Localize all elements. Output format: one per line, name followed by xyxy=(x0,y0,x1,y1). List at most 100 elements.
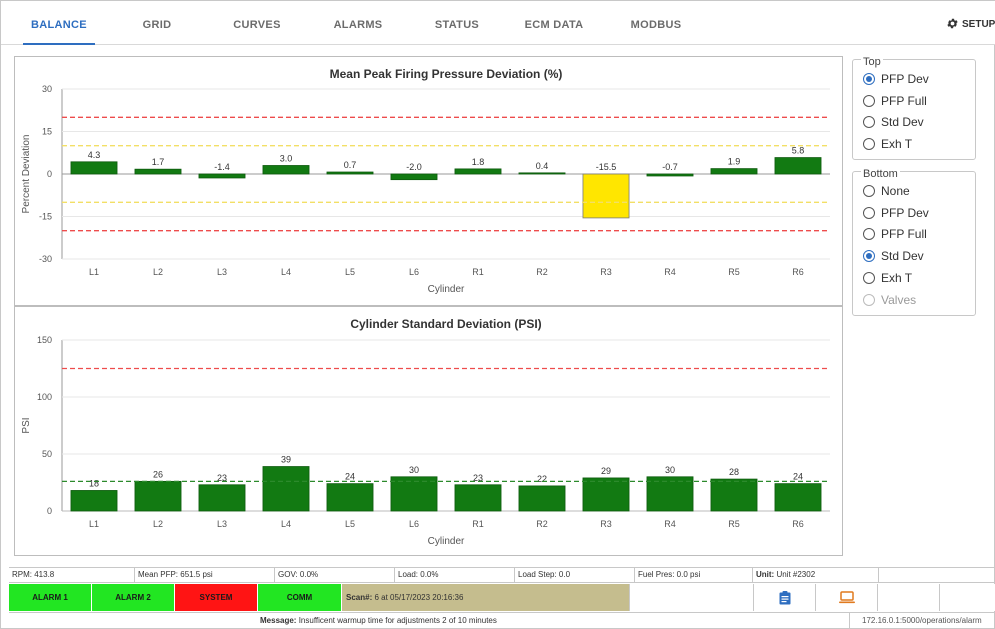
x-tick-label: R2 xyxy=(536,267,548,277)
bar-r5 xyxy=(710,168,758,175)
message-text: Insufficent warmup time for adjustments … xyxy=(298,616,497,625)
x-tick-label: L4 xyxy=(281,267,291,277)
status-bar: RPM: 413.8 Mean PFP: 651.5 psi GOV: 0.0%… xyxy=(9,567,995,583)
bar-value-label: 0.4 xyxy=(536,161,549,171)
y-tick-label: 30 xyxy=(42,84,52,94)
x-tick-label: L5 xyxy=(345,519,355,529)
bar-l3 xyxy=(198,484,246,512)
y-tick-label: 100 xyxy=(37,392,52,402)
load-step-readout: Load Step: 0.0 xyxy=(515,568,635,582)
tab-modbus[interactable]: MODBUS xyxy=(623,1,689,45)
bar-l4 xyxy=(262,466,310,512)
x-tick-label: R1 xyxy=(472,267,484,277)
laptop-button[interactable] xyxy=(815,584,877,611)
unit-label: Unit: xyxy=(756,570,775,579)
tab-curves[interactable]: CURVES xyxy=(224,1,290,45)
x-tick-label: R1 xyxy=(472,519,484,529)
bar-l1 xyxy=(70,490,118,512)
option-label: PFP Dev xyxy=(881,206,929,220)
comm-indicator[interactable]: COMM xyxy=(258,584,342,611)
bar-value-label: 1.7 xyxy=(152,157,165,167)
alarm-spacer xyxy=(629,584,753,611)
bottom-option-pfp-dev[interactable]: PFP Dev xyxy=(863,204,929,222)
bar-value-label: 24 xyxy=(793,472,803,482)
y-axis-title: Percent Deviation xyxy=(21,135,32,214)
x-axis-title: Cylinder xyxy=(428,284,465,295)
bar-r6 xyxy=(774,157,822,175)
x-tick-label: L2 xyxy=(153,267,163,277)
x-tick-label: R3 xyxy=(600,267,612,277)
x-tick-label: L6 xyxy=(409,519,419,529)
radio-icon xyxy=(863,73,875,85)
option-label: Valves xyxy=(881,293,917,307)
top-option-std-dev[interactable]: Std Dev xyxy=(863,113,924,131)
radio-icon xyxy=(863,116,875,128)
radio-icon xyxy=(863,185,875,197)
laptop-icon xyxy=(838,591,855,604)
option-label: Std Dev xyxy=(881,249,924,263)
bar-value-label: 5.8 xyxy=(792,146,805,156)
bar-r6 xyxy=(774,483,822,512)
tab-alarms[interactable]: ALARMS xyxy=(325,1,391,45)
top-option-pfp-full[interactable]: PFP Full xyxy=(863,92,927,110)
std-deviation-chart: Cylinder Standard Deviation (PSI) 150 100 5… xyxy=(15,307,842,555)
radio-icon xyxy=(863,207,875,219)
setup-button[interactable]: SETUP xyxy=(946,1,995,45)
balance-screen: BALANCE GRID CURVES ALARMS STATUS ECM DA… xyxy=(0,0,995,629)
bar-value-label: 18 xyxy=(89,478,99,488)
bottom-option-valves: Valves xyxy=(863,291,916,309)
option-label: Exh T xyxy=(881,271,913,285)
bar-value-label: 29 xyxy=(601,466,611,476)
alarm-2-indicator[interactable]: ALARM 2 xyxy=(92,584,175,611)
radio-icon xyxy=(863,294,875,306)
y-axis-title: PSI xyxy=(21,417,32,433)
tab-balance[interactable]: BALANCE xyxy=(23,1,95,45)
bar-value-label: -1.4 xyxy=(214,162,230,172)
top-selector-title: Top xyxy=(861,56,883,68)
x-tick-label: R5 xyxy=(728,267,740,277)
y-tick-label: 150 xyxy=(37,335,52,345)
bar-value-label: 28 xyxy=(729,467,739,477)
tab-ecm-data[interactable]: ECM DATA xyxy=(518,1,590,45)
pfp-deviation-svg: Mean Peak Firing Pressure Deviation (%) 3… xyxy=(21,67,830,295)
bar-value-label: 30 xyxy=(665,465,675,475)
bar-r4 xyxy=(646,173,694,177)
bar-l3 xyxy=(198,173,246,179)
x-tick-label: R4 xyxy=(664,267,676,277)
bottom-selector-title: Bottom xyxy=(861,168,900,180)
bottom-option-std-dev[interactable]: Std Dev xyxy=(863,247,924,265)
tab-status[interactable]: STATUS xyxy=(426,1,488,45)
bar-l5 xyxy=(326,483,374,512)
x-tick-label: R5 xyxy=(728,519,740,529)
top-nav: BALANCE GRID CURVES ALARMS STATUS ECM DA… xyxy=(1,1,995,45)
x-tick-label: L1 xyxy=(89,267,99,277)
pfp-deviation-chart: Mean Peak Firing Pressure Deviation (%) 3… xyxy=(15,57,842,307)
bar-l1 xyxy=(70,161,118,175)
extra-cell-2 xyxy=(939,584,995,611)
gear-icon xyxy=(947,18,958,29)
bar-value-label: 30 xyxy=(409,465,419,475)
unit-readout: Unit: Unit #2302 xyxy=(753,568,879,582)
y-tick-label: 0 xyxy=(47,506,52,516)
top-option-pfp-dev[interactable]: PFP Dev xyxy=(863,70,929,88)
top-chart-selector: Top PFP Dev PFP Full Std Dev Exh T xyxy=(852,56,976,160)
tab-grid[interactable]: GRID xyxy=(129,1,185,45)
x-tick-label: L2 xyxy=(153,519,163,529)
bar-value-label: -0.7 xyxy=(662,162,678,172)
bottom-option-exh-t[interactable]: Exh T xyxy=(863,269,912,287)
top-option-exh-t[interactable]: Exh T xyxy=(863,135,912,153)
system-indicator[interactable]: SYSTEM xyxy=(175,584,258,611)
scan-value: 6 at 05/17/2023 20:16:36 xyxy=(374,593,464,602)
radio-icon xyxy=(863,272,875,284)
bar-value-label: 3.0 xyxy=(280,154,293,164)
option-label: None xyxy=(881,184,910,198)
bottom-option-none[interactable]: None xyxy=(863,182,910,200)
x-tick-label: R6 xyxy=(792,519,804,529)
radio-icon xyxy=(863,228,875,240)
alarm-1-indicator[interactable]: ALARM 1 xyxy=(9,584,92,611)
radio-icon xyxy=(863,250,875,262)
bottom-option-pfp-full[interactable]: PFP Full xyxy=(863,225,927,243)
bar-value-label: 22 xyxy=(537,474,547,484)
scan-label: Scan#: xyxy=(346,593,373,602)
report-button[interactable] xyxy=(753,584,815,611)
